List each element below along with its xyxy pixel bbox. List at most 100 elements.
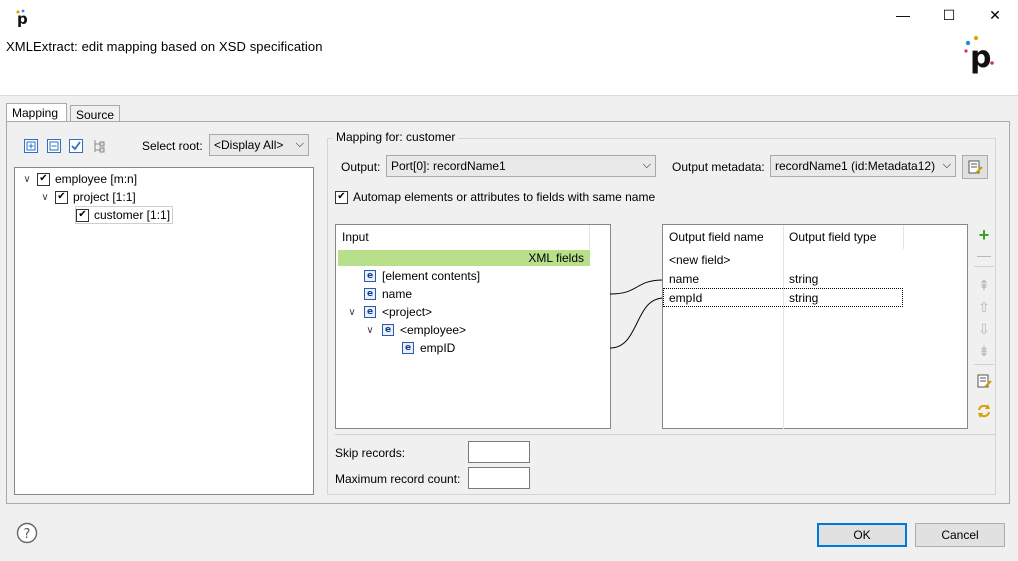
maximize-button[interactable]: ☐ xyxy=(926,0,972,30)
chevron-down-icon: ⌵ xyxy=(642,159,651,171)
add-field-button[interactable]: + xyxy=(975,224,993,245)
help-icon[interactable]: ? xyxy=(16,522,38,544)
element-icon: e xyxy=(364,306,376,318)
tree-node-label: project [1:1] xyxy=(73,190,136,204)
output-metadata-value: recordName1 (id:Metadata12) xyxy=(775,159,936,173)
close-button[interactable]: ✕ xyxy=(972,0,1018,30)
output-field-type: string xyxy=(789,271,819,286)
output-field-name: name xyxy=(669,271,700,286)
ok-button[interactable]: OK xyxy=(817,523,907,547)
output-field-name: empId xyxy=(669,290,703,305)
input-item-project[interactable]: ∨ e <project> xyxy=(346,303,432,321)
move-down-button[interactable]: ⇩ xyxy=(975,320,993,338)
move-bottom-button[interactable]: ⇟ xyxy=(975,342,993,360)
arrow-down-icon: ⇩ xyxy=(978,320,990,337)
edit-metadata-icon xyxy=(968,160,983,174)
tree-node-project[interactable]: ∨ ✔ project [1:1] xyxy=(39,188,136,206)
input-item-label: name xyxy=(382,287,413,301)
output-row-empid[interactable]: empId string xyxy=(663,288,903,307)
refresh-button[interactable] xyxy=(975,402,993,420)
element-icon: e xyxy=(364,270,376,282)
xml-fields-header: XML fields xyxy=(338,250,590,266)
chevron-down-icon: ⌵ xyxy=(295,138,304,150)
input-column-header: Input xyxy=(336,225,590,249)
output-label: Output: xyxy=(341,160,381,174)
automap-checkbox[interactable]: ✔ xyxy=(335,190,348,204)
minimize-button[interactable]: — xyxy=(880,0,926,30)
move-top-icon: ⇞ xyxy=(978,276,990,293)
input-item-label: [element contents] xyxy=(382,269,481,283)
chevron-down-icon: ⌵ xyxy=(942,159,951,171)
move-top-button[interactable]: ⇞ xyxy=(975,276,993,294)
tab-source[interactable]: Source xyxy=(70,105,120,122)
tree-node-checkbox[interactable]: ✔ xyxy=(55,190,68,204)
select-root-dropdown[interactable]: <Display All> ⌵ xyxy=(209,134,309,156)
input-item-empid[interactable]: e empID xyxy=(402,339,455,357)
refresh-icon xyxy=(978,404,990,418)
tree-node-customer[interactable]: ✔ customer [1:1] xyxy=(75,206,174,224)
chevron-down-icon[interactable]: ∨ xyxy=(21,174,33,185)
edit-metadata-button[interactable] xyxy=(962,155,988,179)
tree-node-employee[interactable]: ∨ ✔ employee [m:n] xyxy=(21,170,137,188)
output-port-dropdown[interactable]: Port[0]: recordName1 ⌵ xyxy=(386,155,656,177)
tab-source-label: Source xyxy=(76,108,115,122)
cancel-button[interactable]: Cancel xyxy=(915,523,1005,547)
max-record-count-label: Maximum record count: xyxy=(335,472,461,486)
output-port-value: Port[0]: recordName1 xyxy=(391,159,506,173)
divider xyxy=(335,434,995,435)
output-fields-panel: Output field name Output field type <new… xyxy=(662,224,968,429)
tree-filter-icon[interactable] xyxy=(92,139,106,153)
output-row-name[interactable]: name string xyxy=(663,269,903,288)
column-divider xyxy=(903,225,904,249)
input-item-label: <employee> xyxy=(400,323,467,337)
app-icon: p xyxy=(16,9,28,28)
new-field-row[interactable]: <new field> xyxy=(663,250,903,269)
element-icon: e xyxy=(364,288,376,300)
expand-all-icon[interactable] xyxy=(24,139,38,153)
plus-icon: + xyxy=(978,224,990,245)
new-field-label: <new field> xyxy=(669,252,731,267)
automap-label: Automap elements or attributes to fields… xyxy=(353,190,656,204)
input-item-employee[interactable]: ∨ e <employee> xyxy=(364,321,466,339)
output-metadata-label: Output metadata: xyxy=(672,160,765,174)
root-tree: ∨ ✔ employee [m:n] ∨ ✔ project [1:1] ✔ c… xyxy=(14,167,314,495)
edit-icon xyxy=(977,374,992,388)
minimize-icon: — xyxy=(896,7,910,23)
tree-node-checkbox[interactable]: ✔ xyxy=(76,208,89,222)
chevron-down-icon[interactable]: ∨ xyxy=(39,192,51,203)
chevron-down-icon[interactable]: ∨ xyxy=(364,325,376,336)
automap-checkbox-row[interactable]: ✔ Automap elements or attributes to fiel… xyxy=(335,190,655,204)
divider xyxy=(974,364,994,365)
output-metadata-dropdown[interactable]: recordName1 (id:Metadata12) ⌵ xyxy=(770,155,956,177)
svg-text:?: ? xyxy=(24,527,31,542)
connector-name xyxy=(610,279,664,295)
input-item-element-contents[interactable]: e [element contents] xyxy=(364,267,480,285)
divider xyxy=(974,266,994,267)
output-field-name-header: Output field name xyxy=(669,230,764,244)
check-all-icon[interactable] xyxy=(69,139,83,153)
input-fields-panel: Input XML fields e [element contents] e … xyxy=(335,224,611,429)
skip-records-input[interactable] xyxy=(468,441,530,463)
connector-empid xyxy=(610,297,664,349)
input-item-name[interactable]: e name xyxy=(364,285,412,303)
collapse-all-icon[interactable] xyxy=(47,139,61,153)
remove-field-button[interactable]: — xyxy=(975,246,993,264)
product-logo-icon: p xyxy=(964,35,994,75)
select-root-value: <Display All> xyxy=(214,138,284,152)
mapping-group-label: Mapping for: customer xyxy=(333,130,459,144)
dialog-title: XMLExtract: edit mapping based on XSD sp… xyxy=(6,39,323,54)
tab-mapping-label: Mapping xyxy=(12,106,59,120)
move-bottom-icon: ⇟ xyxy=(978,342,990,359)
arrow-up-icon: ⇧ xyxy=(978,298,990,315)
output-field-type: string xyxy=(789,290,819,305)
max-record-count-input[interactable] xyxy=(468,467,530,489)
element-icon: e xyxy=(402,342,414,354)
maximize-icon: ☐ xyxy=(942,6,956,23)
tab-mapping[interactable]: Mapping xyxy=(6,103,67,122)
chevron-down-icon[interactable]: ∨ xyxy=(346,307,358,318)
mapping-connectors xyxy=(610,279,664,349)
tree-node-checkbox[interactable]: ✔ xyxy=(37,172,50,186)
svg-text:p: p xyxy=(970,40,991,75)
edit-fields-button[interactable] xyxy=(975,372,993,390)
move-up-button[interactable]: ⇧ xyxy=(975,298,993,316)
